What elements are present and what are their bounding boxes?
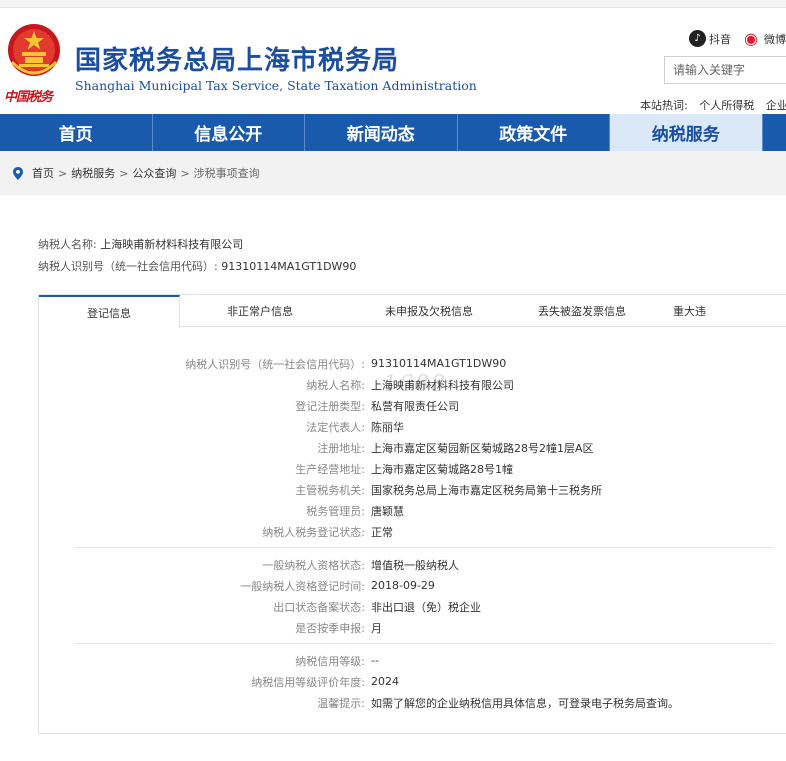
weibo-link[interactable]: ◉ 微博 xyxy=(741,29,786,48)
detail-label: 主管税务机关: xyxy=(295,483,365,497)
hot-word-link[interactable]: 个人所得税 xyxy=(699,99,754,112)
breadcrumb-separator: > xyxy=(119,166,129,180)
detail-label: 是否按季申报: xyxy=(295,621,365,635)
douyin-icon: ♪ xyxy=(689,30,706,47)
detail-value: 唐颖慧 xyxy=(371,504,404,518)
detail-value: 私营有限责任公司 xyxy=(371,399,459,413)
info-panel: 登记信息 非正常户信息 未申报及欠税信息 丢失被盗发票信息 重大违 纳税人识别号… xyxy=(38,294,786,734)
detail-value: 上海映甫新材料科技有限公司 xyxy=(371,378,514,392)
detail-value: 91310114MA1GT1DW90 xyxy=(371,357,507,370)
section-divider xyxy=(74,547,774,548)
site-header: 中国税务 国家税务总局上海市税务局 Shanghai Municipal Tax… xyxy=(0,8,786,113)
breadcrumb-tax-service[interactable]: 纳税服务 xyxy=(71,165,115,181)
detail-label: 出口状态备案状态: xyxy=(273,600,365,614)
breadcrumb-current: 涉税事项查询 xyxy=(193,167,260,180)
detail-label: 税务管理员: xyxy=(306,504,365,518)
nav-item-info-disclosure[interactable]: 信息公开 xyxy=(153,114,305,151)
taxpayer-name-label: 纳税人名称: xyxy=(38,238,97,251)
detail-label: 纳税人税务登记状态: xyxy=(262,525,365,539)
taxpayer-id-line: 纳税人识别号（统一社会信用代码）: 91310114MA1GT1DW90 xyxy=(38,258,356,274)
detail-row: 生产经营地址: 上海市嘉定区菊城路28号1幢 xyxy=(39,458,786,479)
nav-item-news[interactable]: 新闻动态 xyxy=(305,114,458,151)
nav-item-policy[interactable]: 政策文件 xyxy=(458,114,610,151)
douyin-link[interactable]: ♪ 抖音 xyxy=(689,30,731,47)
detail-row: 是否按季申报: 月 xyxy=(39,617,786,638)
detail-value: 国家税务总局上海市嘉定区税务局第十三税务所 xyxy=(371,483,602,497)
site-title-cn: 国家税务总局上海市税务局 xyxy=(75,46,400,76)
detail-value: 增值税一般纳税人 xyxy=(371,558,459,572)
detail-label: 纳税人名称: xyxy=(306,378,365,392)
hot-word-link[interactable]: 企业 xyxy=(766,99,786,112)
top-strip xyxy=(0,0,786,8)
national-emblem-icon xyxy=(8,24,60,76)
detail-row: 一般纳税人资格登记时间: 2018-09-29 xyxy=(39,575,786,596)
hot-words: 本站热词: 个人所得税 企业 xyxy=(640,97,786,113)
detail-row: 出口状态备案状态: 非出口退（免）税企业 xyxy=(39,596,786,617)
hot-words-label: 本站热词: xyxy=(640,99,688,112)
detail-row: 税务管理员: 唐颖慧 xyxy=(39,500,786,521)
breadcrumb-public-query[interactable]: 公众查询 xyxy=(132,165,176,181)
detail-row: 法定代表人: 陈丽华 xyxy=(39,416,786,437)
detail-value: 陈丽华 xyxy=(371,420,404,434)
taxpayer-id-label: 纳税人识别号（统一社会信用代码）: xyxy=(38,260,218,273)
nav-item-home[interactable]: 首页 xyxy=(0,114,153,151)
detail-label: 登记注册类型: xyxy=(295,399,365,413)
main-nav: 首页 信息公开 新闻动态 政策文件 纳税服务 xyxy=(0,114,786,151)
tab-major-violation[interactable]: 重大违 xyxy=(653,295,713,327)
nav-item-more[interactable] xyxy=(763,114,786,151)
detail-label: 温馨提示: xyxy=(317,696,365,710)
detail-value: 正常 xyxy=(371,525,393,539)
detail-value: -- xyxy=(371,654,379,667)
detail-label: 生产经营地址: xyxy=(295,462,365,476)
detail-row: 登记注册类型: 私营有限责任公司 xyxy=(39,395,786,416)
tab-abnormal-info[interactable]: 非正常户信息 xyxy=(180,295,340,327)
taxpayer-name-line: 纳税人名称: 上海映甫新材料科技有限公司 xyxy=(38,236,243,252)
site-title-en: Shanghai Municipal Tax Service, State Ta… xyxy=(75,78,477,93)
detail-label: 纳税信用等级: xyxy=(295,654,365,668)
detail-row: 主管税务机关: 国家税务总局上海市嘉定区税务局第十三税务所 xyxy=(39,479,786,500)
detail-row: 纳税信用等级评价年度: 2024 xyxy=(39,671,786,692)
tax-brand-mark: 中国税务 xyxy=(4,90,53,105)
detail-label: 纳税信用等级评价年度: xyxy=(251,675,365,689)
detail-value: 非出口退（免）税企业 xyxy=(371,600,481,614)
tab-lost-invoice-info[interactable]: 丢失被盗发票信息 xyxy=(518,295,653,327)
search-input[interactable]: 请输入关键字 xyxy=(664,56,786,84)
detail-value: 上海市嘉定区菊园新区菊城路28号2幢1层A区 xyxy=(371,441,594,455)
detail-label: 注册地址: xyxy=(317,441,365,455)
detail-row: 纳税信用等级: -- xyxy=(39,650,786,671)
taxpayer-id-value: 91310114MA1GT1DW90 xyxy=(221,260,357,273)
detail-value: 如需了解您的企业纳税信用具体信息，可登录电子税务局查询。 xyxy=(371,696,679,710)
detail-value: 月 xyxy=(371,621,382,635)
detail-row: 注册地址: 上海市嘉定区菊园新区菊城路28号2幢1层A区 xyxy=(39,437,786,458)
detail-row: 纳税人名称: 上海映甫新材料科技有限公司 xyxy=(39,374,786,395)
tab-unfiled-arrears-info[interactable]: 未申报及欠税信息 xyxy=(340,295,518,327)
tab-registration-info[interactable]: 登记信息 xyxy=(39,295,180,328)
detail-row: 一般纳税人资格状态: 增值税一般纳税人 xyxy=(39,554,786,575)
social-links: ♪ 抖音 ◉ 微博 xyxy=(689,29,786,48)
detail-value: 2024 xyxy=(371,675,399,688)
detail-label: 一般纳税人资格状态: xyxy=(262,558,365,572)
nav-item-tax-service[interactable]: 纳税服务 xyxy=(610,114,763,151)
section-divider xyxy=(74,643,774,644)
breadcrumb: 首页 > 纳税服务 > 公众查询 > 涉税事项查询 xyxy=(0,151,786,195)
breadcrumb-home[interactable]: 首页 xyxy=(32,165,54,181)
location-pin-icon xyxy=(13,166,23,180)
breadcrumb-separator: > xyxy=(58,166,68,180)
taxpayer-name-value: 上海映甫新材料科技有限公司 xyxy=(100,238,244,251)
registration-details: 纳税人识别号（统一社会信用代码）: 91310114MA1GT1DW90 纳税人名… xyxy=(39,353,786,713)
breadcrumb-separator: > xyxy=(180,166,190,180)
weibo-icon: ◉ xyxy=(744,29,758,48)
detail-value: 上海市嘉定区菊城路28号1幢 xyxy=(371,462,513,476)
detail-row: 温馨提示: 如需了解您的企业纳税信用具体信息，可登录电子税务局查询。 xyxy=(39,692,786,713)
info-tabs: 登记信息 非正常户信息 未申报及欠税信息 丢失被盗发票信息 重大违 xyxy=(39,295,786,328)
detail-value: 2018-09-29 xyxy=(371,579,435,592)
detail-label: 一般纳税人资格登记时间: xyxy=(240,579,365,593)
detail-row: 纳税人税务登记状态: 正常 xyxy=(39,521,786,542)
detail-label: 法定代表人: xyxy=(306,420,365,434)
detail-row: 纳税人识别号（统一社会信用代码）: 91310114MA1GT1DW90 xyxy=(39,353,786,374)
detail-label: 纳税人识别号（统一社会信用代码）: xyxy=(185,357,365,371)
